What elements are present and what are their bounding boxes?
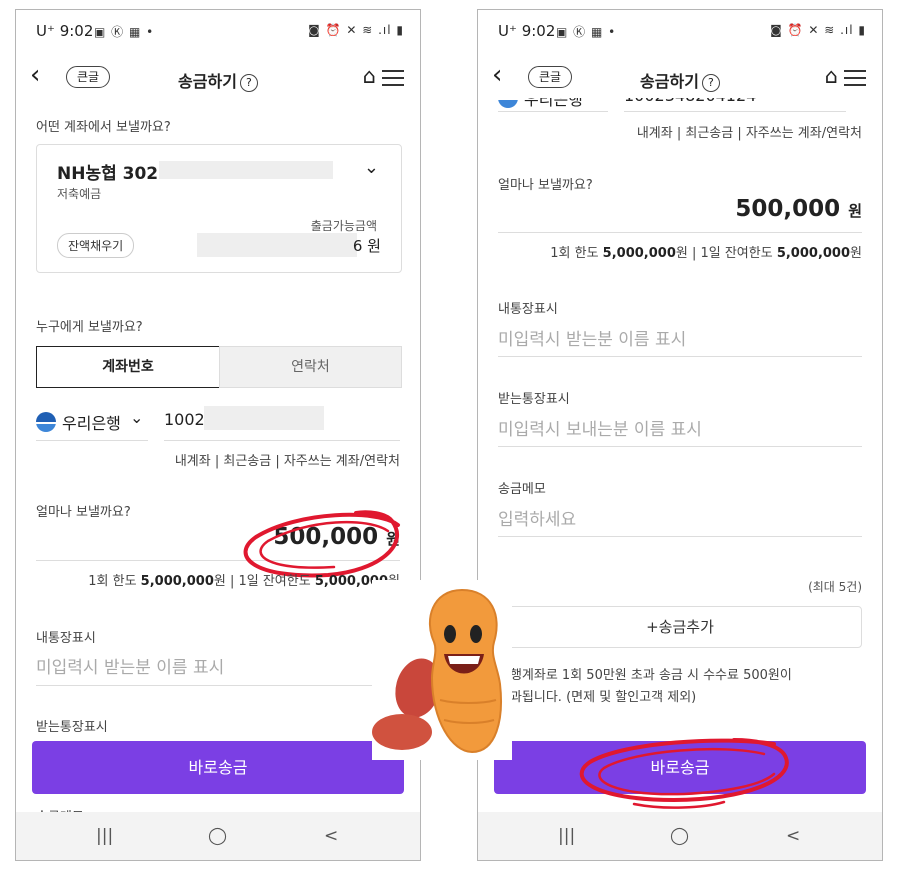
bank-select[interactable]: 우리은행 ⌄	[36, 408, 148, 440]
home-circle-icon[interactable]: ◯	[670, 826, 689, 846]
peanut-mascot-sticker	[372, 580, 512, 760]
home-icon[interactable]: ⌂	[363, 64, 376, 88]
my-passbook-input[interactable]: 미입력시 받는분 이름 표시	[498, 325, 686, 350]
from-question: 어떤 계좌에서 보낼까요?	[36, 120, 171, 135]
tab-account-number[interactable]: 계좌번호	[36, 346, 220, 388]
account-shortcuts[interactable]: 내계좌 | 최근송금 | 자주쓰는 계좌/연락처	[175, 450, 400, 469]
amount-question: 얼마나 보낼까요?	[36, 505, 131, 520]
phone-screen-left: U⁺ 9:02 ▣ Ⓚ ▦ • ◙ ⏰ ✕ ≋ .ıl ▮ ‹ 큰글 송금하기?…	[15, 9, 421, 861]
my-passbook-label: 내통장표시	[498, 302, 558, 317]
scrolled-bank-row: 우리은행 1002348204124	[478, 98, 882, 112]
recent-apps-icon[interactable]: |||	[96, 826, 113, 846]
home-icon[interactable]: ⌂	[825, 64, 838, 88]
account-shortcuts[interactable]: 내계좌 | 최근송금 | 자주쓰는 계좌/연락처	[637, 122, 862, 141]
recv-passbook-label: 받는통장표시	[498, 392, 570, 407]
phone-screen-right: U⁺ 9:02 ▣ Ⓚ ▦ • ◙ ⏰ ✕ ≋ .ıl ▮ ‹ 큰글 송금하기?…	[477, 9, 883, 861]
menu-icon[interactable]	[382, 70, 404, 86]
android-nav-bar: ||| ◯ <	[478, 812, 882, 860]
page-title: 송금하기?	[16, 68, 420, 92]
menu-icon[interactable]	[844, 70, 866, 86]
source-account-card[interactable]: NH농협 302- ⌄ 저축예금 출금가능금액 잔액채우기 6 원	[36, 144, 402, 273]
transfer-limit-info: 1회 한도 5,000,000원 | 1일 잔여한도 5,000,000원	[88, 574, 400, 589]
android-nav-bar: ||| ◯ <	[16, 812, 420, 860]
status-bar: U⁺ 9:02 ▣ Ⓚ ▦ • ◙ ⏰ ✕ ≋ .ıl ▮	[36, 22, 404, 40]
transfer-limit-info: 1회 한도 5,000,000원 | 1일 잔여한도 5,000,000원	[550, 246, 862, 261]
balance-suffix: 6 원	[352, 237, 381, 255]
chevron-down-icon[interactable]: ⌄	[364, 157, 379, 178]
add-transfer-button[interactable]: +송금추가	[498, 606, 862, 648]
status-left-icons: ▣ Ⓚ ▦ •	[94, 25, 155, 39]
amount-question: 얼마나 보낼까요?	[498, 178, 593, 193]
recent-apps-icon[interactable]: |||	[558, 826, 575, 846]
send-now-button[interactable]: 바로송금	[32, 741, 404, 794]
recv-passbook-label: 받는통장표시	[36, 720, 108, 735]
status-bar: U⁺ 9:02 ▣ Ⓚ ▦ • ◙ ⏰ ✕ ≋ .ıl ▮	[498, 22, 866, 40]
status-right-icons: ◙ ⏰ ✕ ≋ .ıl ▮	[308, 23, 404, 37]
help-icon[interactable]: ?	[701, 74, 720, 92]
help-icon[interactable]: ?	[239, 74, 258, 92]
page-title: 송금하기?	[478, 68, 882, 92]
chevron-down-icon: ⌄	[130, 408, 144, 427]
status-left-icons: ▣ Ⓚ ▦ •	[556, 25, 617, 39]
home-circle-icon[interactable]: ◯	[208, 826, 227, 846]
my-passbook-label: 내통장표시	[36, 631, 96, 646]
fill-balance-button[interactable]: 잔액채우기	[57, 233, 135, 258]
available-label: 출금가능금액	[310, 219, 377, 233]
status-right-icons: ◙ ⏰ ✕ ≋ .ıl ▮	[770, 23, 866, 37]
masked-account-number	[159, 161, 333, 179]
source-account-name: NH농협 302-	[57, 164, 166, 184]
recv-passbook-input[interactable]: 미입력시 보내는분 이름 표시	[498, 415, 702, 440]
max-transfers-note: (최대 5건)	[808, 580, 862, 594]
to-question: 누구에게 보낼까요?	[36, 320, 143, 335]
transfer-memo-label: 송금메모	[498, 482, 546, 497]
nav-back-icon[interactable]: <	[324, 826, 338, 846]
fee-notice: 타행계좌로 1회 50만원 초과 송금 시 수수료 500원이 부과됩니다. (…	[498, 668, 792, 705]
account-number-input[interactable]: 1002	[164, 410, 205, 429]
masked-balance	[197, 233, 357, 257]
account-type: 저축예금	[57, 187, 102, 201]
my-passbook-input[interactable]: 미입력시 받는분 이름 표시	[36, 653, 224, 678]
bank-name: 우리은행	[62, 414, 121, 433]
transfer-memo-input[interactable]: 입력하세요	[498, 505, 576, 530]
woori-bank-logo-icon	[498, 98, 518, 108]
top-bar: ‹ 큰글 송금하기? ⌂	[16, 50, 420, 108]
nav-back-icon[interactable]: <	[786, 826, 800, 846]
red-circle-annotation	[579, 738, 789, 809]
woori-bank-logo-icon	[36, 412, 56, 432]
tab-contacts[interactable]: 연락처	[219, 346, 402, 388]
amount-input[interactable]: 500,000 원	[735, 196, 862, 222]
masked-account-input	[204, 406, 324, 430]
